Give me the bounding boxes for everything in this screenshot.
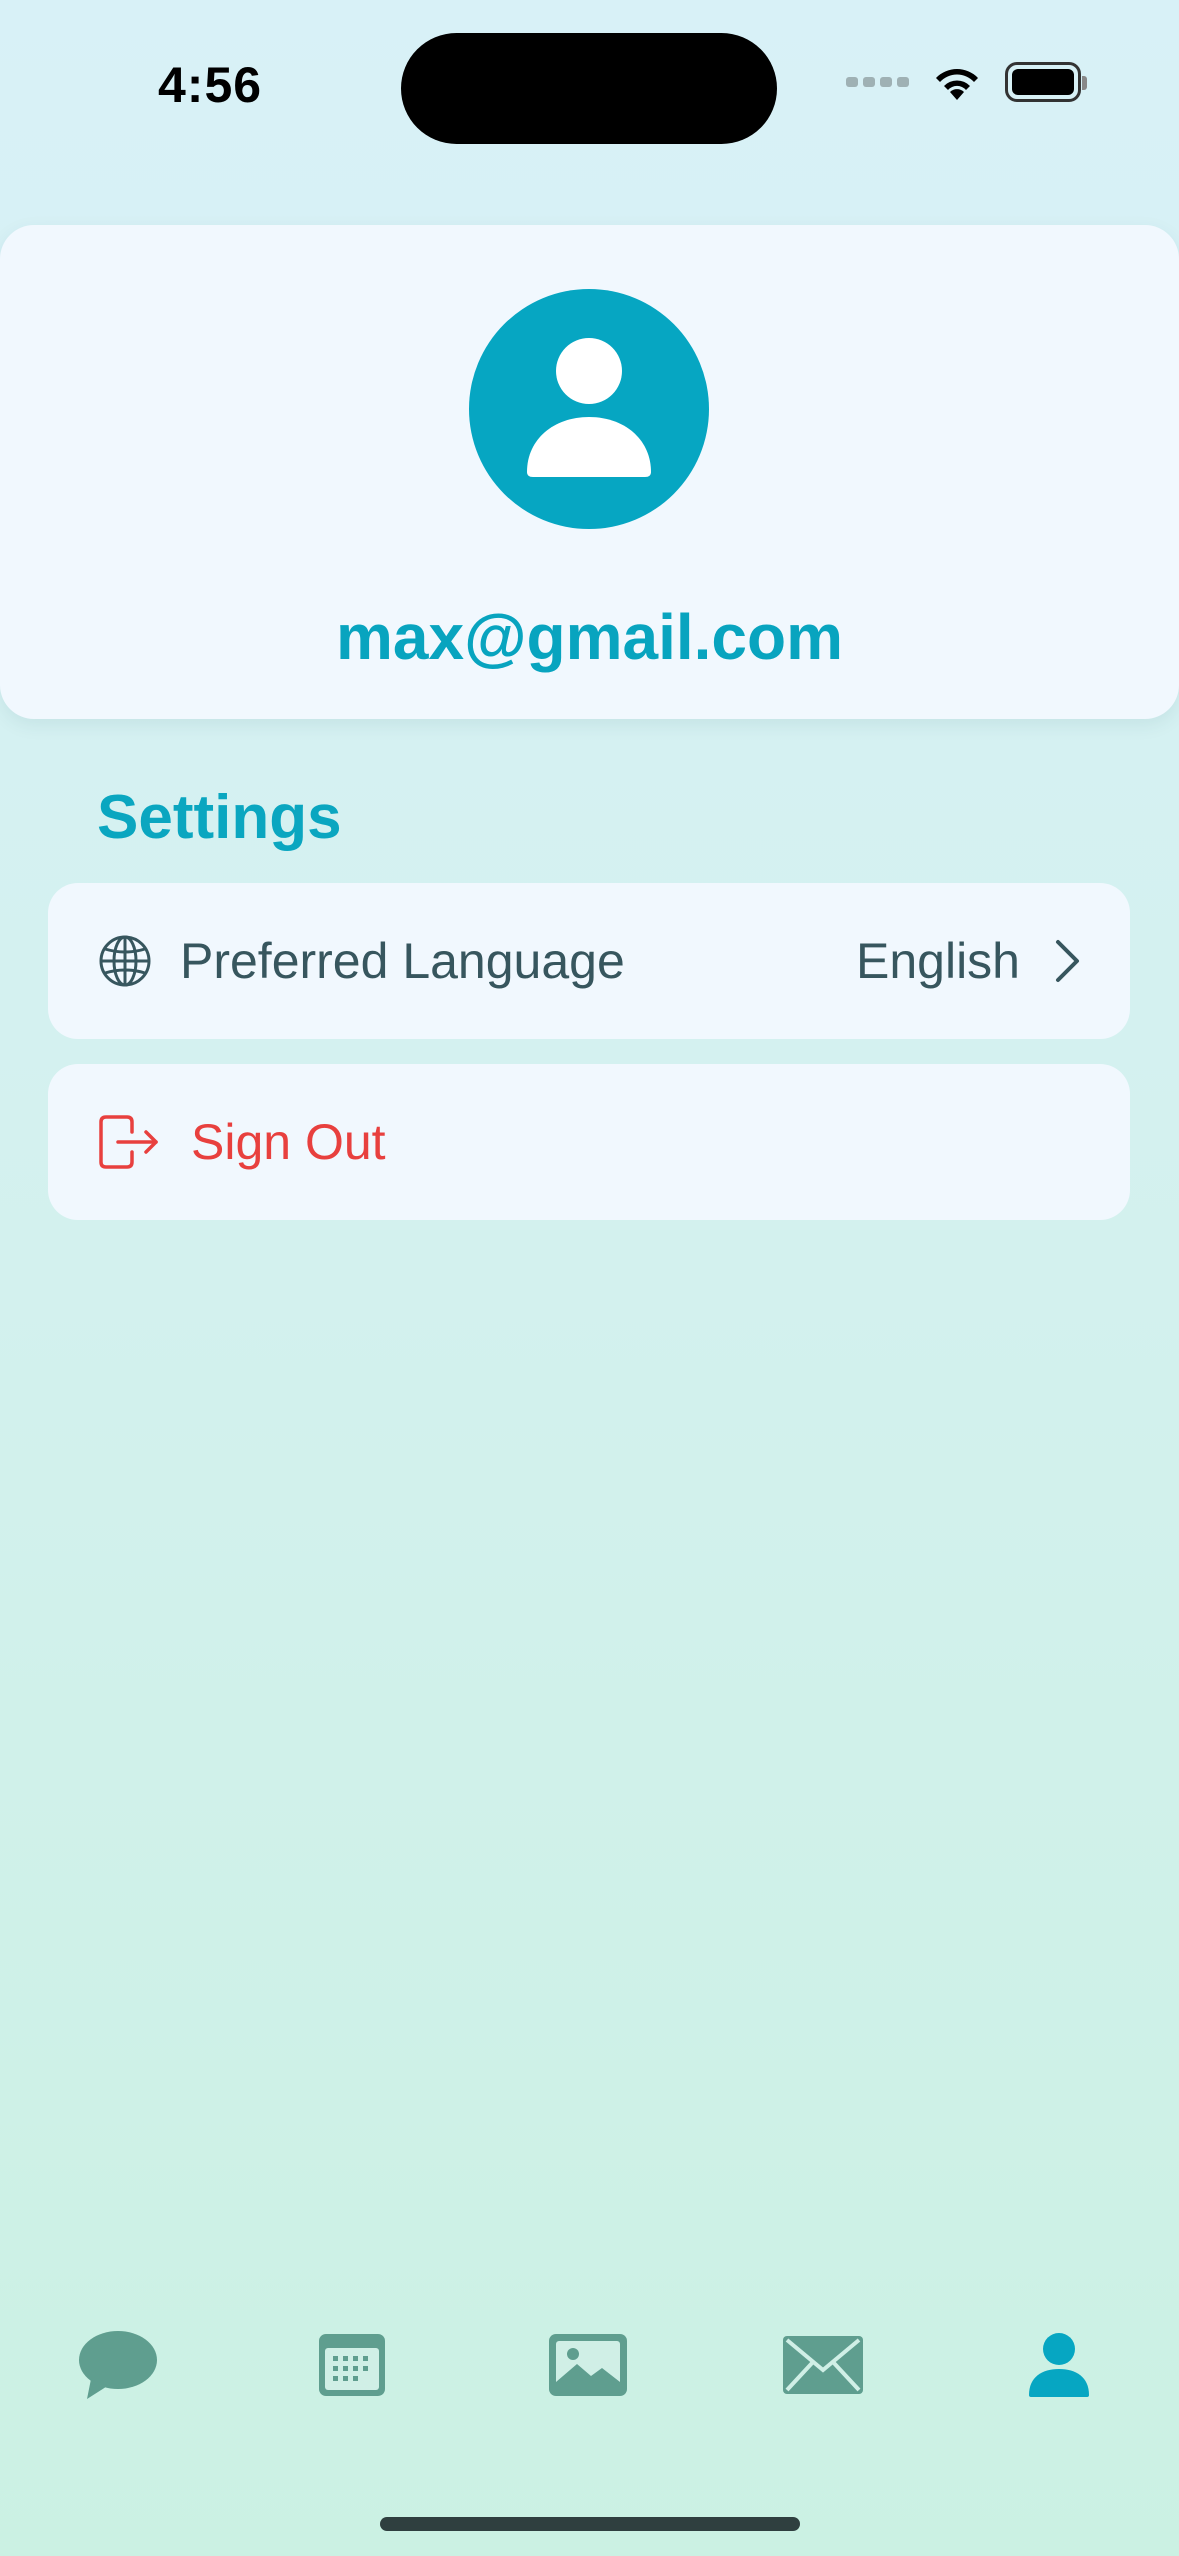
sign-out-icon bbox=[98, 1114, 160, 1170]
calendar-icon bbox=[319, 2334, 385, 2396]
home-indicator bbox=[380, 2517, 800, 2531]
chevron-right-icon bbox=[1052, 938, 1082, 984]
preferred-language-label: Preferred Language bbox=[180, 933, 625, 989]
profile-card: max@gmail.com bbox=[0, 225, 1179, 719]
envelope-icon bbox=[783, 2336, 863, 2394]
wifi-icon bbox=[931, 62, 983, 102]
status-icons bbox=[846, 62, 1087, 102]
tab-mail[interactable] bbox=[763, 2300, 883, 2430]
battery-icon bbox=[1005, 62, 1087, 102]
tab-gallery[interactable] bbox=[528, 2300, 648, 2430]
tab-bar bbox=[0, 2300, 1179, 2430]
dynamic-island bbox=[401, 33, 777, 144]
photo-icon bbox=[549, 2334, 627, 2396]
sign-out-label: Sign Out bbox=[191, 1114, 386, 1170]
tab-chat[interactable] bbox=[58, 2300, 178, 2430]
cellular-signal-icon bbox=[846, 77, 909, 87]
tab-calendar[interactable] bbox=[292, 2300, 412, 2430]
person-icon bbox=[527, 338, 651, 477]
person-icon bbox=[1029, 2333, 1089, 2397]
sign-out-button[interactable]: Sign Out bbox=[48, 1064, 1130, 1220]
status-time: 4:56 bbox=[158, 57, 263, 113]
chat-bubble-icon bbox=[79, 2331, 157, 2399]
preferred-language-value: English bbox=[856, 933, 1020, 989]
preferred-language-row[interactable]: Preferred Language English bbox=[48, 883, 1130, 1039]
settings-heading: Settings bbox=[97, 783, 342, 852]
avatar[interactable] bbox=[469, 289, 709, 529]
tab-profile[interactable] bbox=[999, 2300, 1119, 2430]
globe-icon bbox=[98, 934, 152, 988]
profile-email: max@gmail.com bbox=[335, 601, 844, 673]
